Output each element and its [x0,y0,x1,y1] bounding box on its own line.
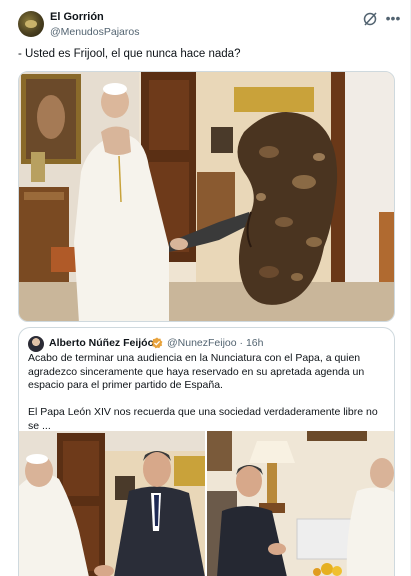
quoted-photo-1[interactable] [19,431,205,576]
quoted-author-name: Alberto Núñez Feijóo [49,337,154,349]
quoted-paragraph-1: Acabo de terminar una audiencia en la Nu… [28,352,365,391]
quoted-photos [19,431,394,576]
quoted-time: 16h [245,337,264,349]
quoted-tweet[interactable]: Alberto Núñez Feijóo @NunezFeijoo · 16h … [18,327,395,576]
grok-icon[interactable] [362,11,378,27]
quoted-handle-time: @NunezFeijoo · 16h [167,337,263,349]
quoted-author-handle: @NunezFeijoo [167,337,237,349]
quoted-photo-2[interactable] [207,431,394,576]
tweet-text: - Usted es Frijool, el que nunca hace na… [18,48,241,60]
author-name[interactable]: El Gorrión [50,11,104,23]
verified-badge-icon [151,337,163,349]
quoted-text: Acabo de terminar una audiencia en la Nu… [28,352,388,433]
tweet-photo[interactable] [18,71,395,322]
more-icon[interactable]: ••• [385,11,401,27]
quoted-author-avatar [28,336,44,352]
author-avatar[interactable] [18,11,44,37]
quoted-paragraph-2: El Papa León XIV nos recuerda que una so… [28,406,378,432]
tweet[interactable]: El Gorrión @MenudosPajaros ••• - Usted e… [0,0,411,576]
author-handle[interactable]: @MenudosPajaros [50,26,139,38]
